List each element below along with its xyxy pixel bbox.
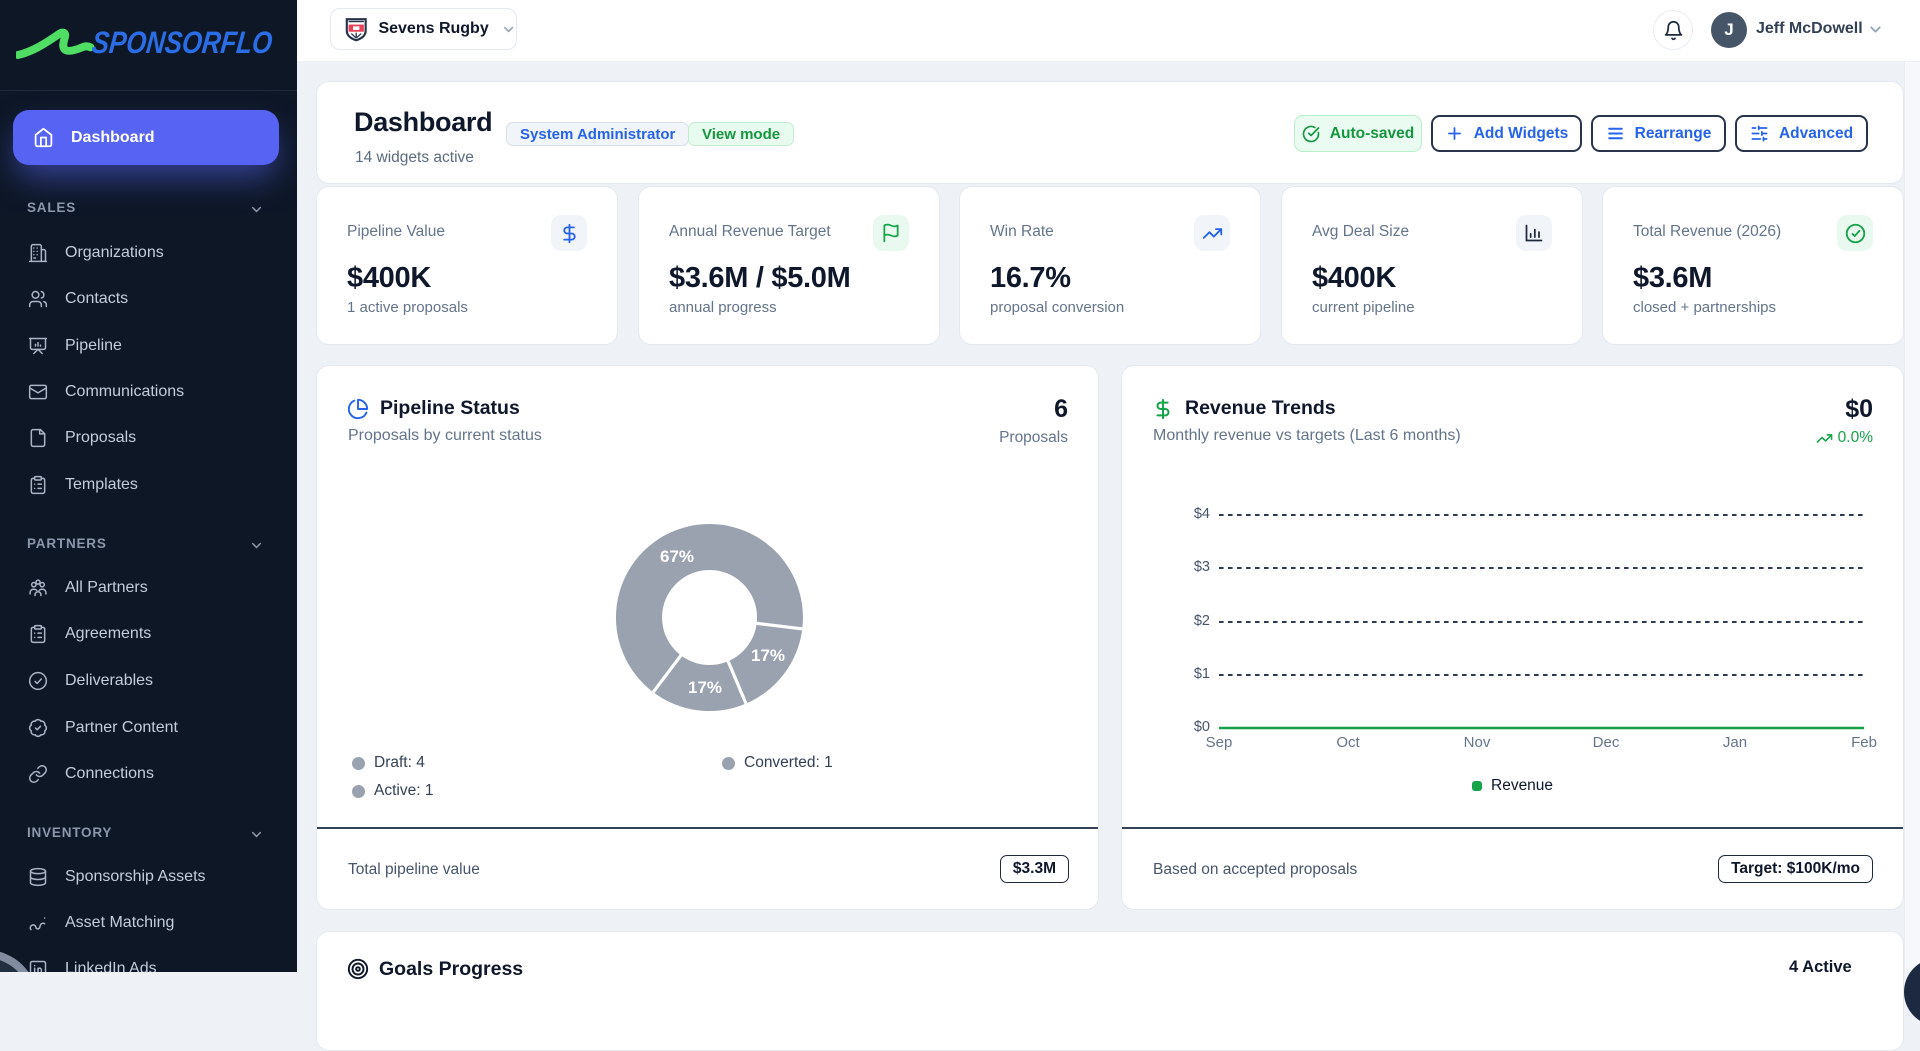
svg-text:67%: 67% xyxy=(660,547,694,566)
svg-text:17%: 17% xyxy=(688,678,722,697)
svg-text:17%: 17% xyxy=(751,646,785,665)
